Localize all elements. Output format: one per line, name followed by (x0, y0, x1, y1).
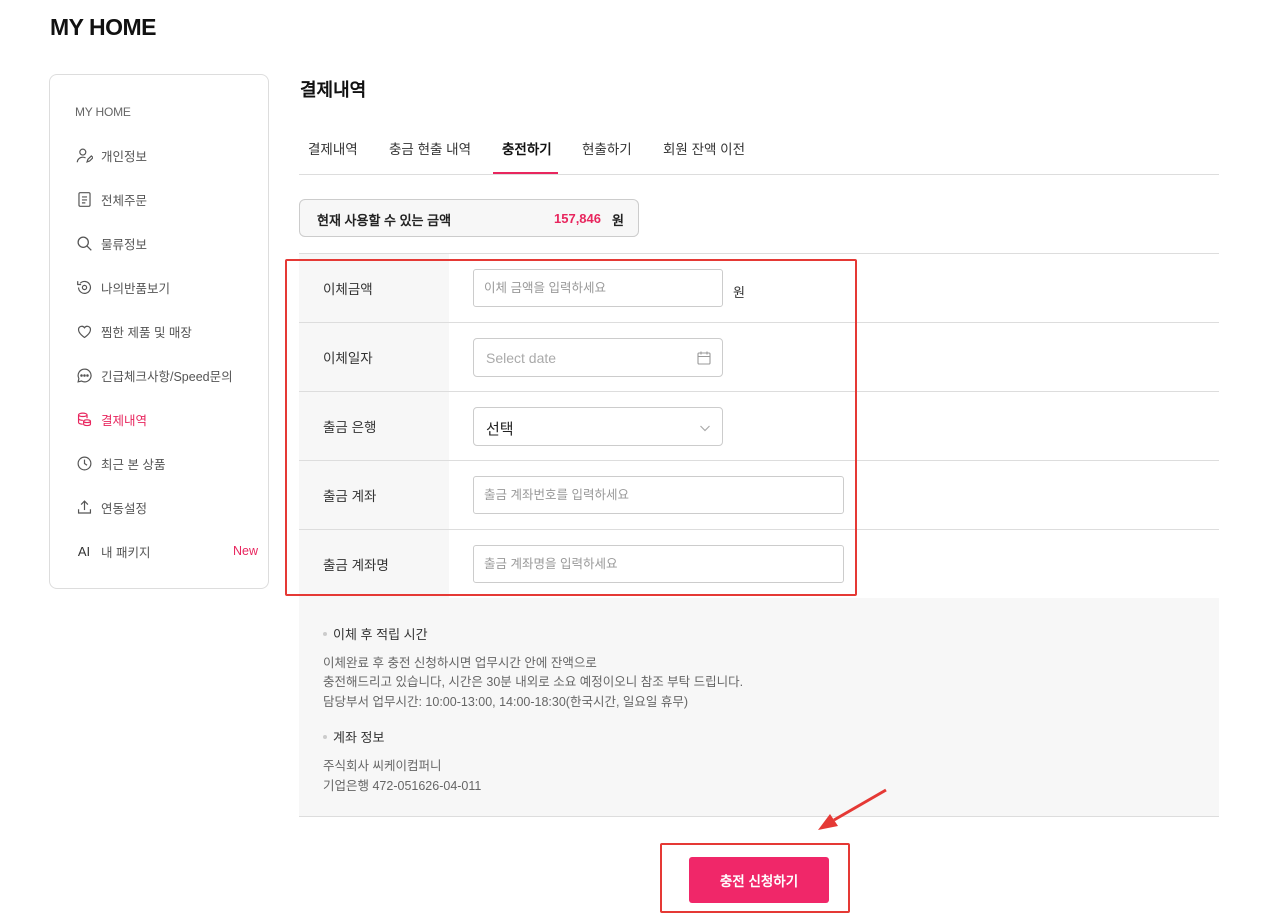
account-name-label: 출금 계좌명 (299, 530, 449, 598)
tab-payment-history[interactable]: 결제내역 (308, 138, 358, 174)
sidebar-item-returns[interactable]: 나의반품보기 (75, 275, 260, 299)
bank-selected-value: 선택 (486, 421, 514, 438)
tab-balance-transfer[interactable]: 회원 잔액 이전 (663, 138, 745, 174)
sidebar-item-label: 내 패키지 (101, 545, 151, 560)
sidebar: MY HOME 개인정보 전체주문 물류정보 나의반품보기 찜한 제품 및 매장 (49, 74, 269, 589)
sidebar-item-label: 최근 본 상품 (101, 457, 166, 472)
form-row-date: 이체일자 Select date (299, 323, 1219, 392)
sidebar-item-label: 개인정보 (101, 149, 148, 164)
balance-unit: 원 (612, 213, 624, 228)
sidebar-item-label: 전체주문 (101, 193, 148, 208)
account-number-input[interactable] (473, 476, 844, 514)
info-time-title: 이체 후 적립 시간 (323, 624, 428, 643)
amount-label: 이체금액 (299, 254, 449, 322)
form-row-amount: 이체금액 원 (299, 254, 1219, 323)
sidebar-title: MY HOME (75, 105, 131, 119)
tab-charge[interactable]: 충전하기 (493, 138, 558, 174)
balance-amount: 157,846 (554, 211, 601, 226)
bank-label: 출금 은행 (299, 392, 449, 460)
tab-withdraw[interactable]: 현출하기 (582, 138, 632, 174)
user-edit-icon (75, 146, 93, 164)
form-row-bank: 출금 은행 선택 (299, 392, 1219, 461)
bullet-dot (323, 631, 327, 636)
sidebar-item-payments[interactable]: 결제내역 (75, 407, 260, 431)
info-account-line: 주식회사 씨케이컴퍼니 (323, 759, 442, 773)
tab-bar: 결제내역 충금 현출 내역 충전하기 현출하기 회원 잔액 이전 (299, 128, 1219, 175)
chevron-down-icon (700, 425, 710, 432)
sidebar-item-urgent[interactable]: 긴급체크사항/Speed문의 (75, 363, 260, 387)
form-row-account: 출금 계좌 (299, 461, 1219, 530)
new-badge: New (232, 544, 258, 558)
tab-charge-withdraw-history[interactable]: 충금 현출 내역 (389, 138, 471, 174)
upload-icon (75, 498, 93, 516)
balance-label: 현재 사용할 수 있는 금액 (317, 213, 452, 228)
clock-icon (75, 454, 93, 472)
sidebar-item-package[interactable]: AI 내 패키지 New (75, 539, 260, 563)
date-picker[interactable]: Select date (473, 338, 723, 377)
ai-icon: AI (77, 543, 91, 559)
heart-icon (75, 322, 93, 340)
sidebar-item-orders[interactable]: 전체주문 (75, 187, 260, 211)
amount-input[interactable] (473, 269, 723, 307)
info-time-line: 충전해드리고 있습니다, 시간은 30분 내외로 소요 예정이오니 참조 부탁 … (323, 675, 744, 689)
sidebar-item-label: 찜한 제품 및 매장 (101, 325, 192, 340)
return-icon (75, 278, 93, 296)
search-icon (75, 234, 93, 252)
chat-icon (75, 366, 93, 384)
info-time-line: 이체완료 후 충전 신청하시면 업무시간 안에 잔액으로 (323, 656, 597, 670)
sidebar-item-logistics[interactable]: 물류정보 (75, 231, 260, 255)
sidebar-item-profile[interactable]: 개인정보 (75, 143, 260, 167)
account-label: 출금 계좌 (299, 461, 449, 529)
info-time-line: 담당부서 업무시간: 10:00-13:00, 14:00-18:30(한국시간… (323, 695, 689, 709)
info-account-line: 기업은행 472-051626-04-011 (323, 779, 482, 793)
account-name-input[interactable] (473, 545, 844, 583)
coins-icon (75, 410, 93, 428)
document-icon (75, 190, 93, 208)
sidebar-item-label: 물류정보 (101, 237, 148, 252)
info-account-title-text: 계좌 정보 (333, 730, 385, 745)
date-label: 이체일자 (299, 323, 449, 391)
info-panel: 이체 후 적립 시간 이체완료 후 충전 신청하시면 업무시간 안에 잔액으로 … (299, 598, 1219, 817)
charge-form: 이체금액 원 이체일자 Select date 출금 은행 선택 출금 계좌 출… (299, 253, 1219, 599)
form-row-account-name: 출금 계좌명 (299, 530, 1219, 599)
sidebar-item-integration[interactable]: 연동설정 (75, 495, 260, 519)
balance-box: 현재 사용할 수 있는 금액 157,846 원 (299, 199, 639, 237)
sidebar-item-label: 긴급체크사항/Speed문의 (101, 369, 233, 384)
info-time-title-text: 이체 후 적립 시간 (333, 627, 428, 642)
sidebar-item-label: 나의반품보기 (101, 281, 171, 296)
amount-unit: 원 (733, 285, 745, 300)
bullet-dot (323, 734, 327, 739)
sidebar-item-label: 연동설정 (101, 501, 148, 516)
annotation-arrow-icon (818, 788, 887, 830)
sidebar-item-recent[interactable]: 최근 본 상품 (75, 451, 260, 475)
info-account-title: 계좌 정보 (323, 727, 384, 746)
bank-select[interactable]: 선택 (473, 407, 723, 446)
calendar-icon (697, 351, 711, 365)
page-title: MY HOME (50, 14, 156, 40)
submit-charge-button[interactable]: 충전 신청하기 (689, 857, 829, 903)
sidebar-item-wishlist[interactable]: 찜한 제품 및 매장 (75, 319, 260, 343)
section-title: 결제내역 (300, 80, 367, 100)
sidebar-item-label: 결제내역 (101, 413, 148, 428)
date-placeholder: Select date (486, 350, 557, 366)
